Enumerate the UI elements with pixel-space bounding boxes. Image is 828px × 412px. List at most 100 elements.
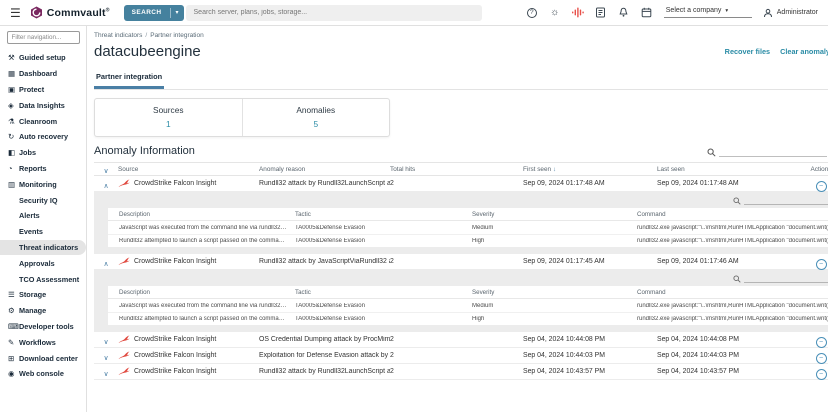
detail-row: Rundll32 attempted to launch a script pa…	[108, 312, 828, 325]
sidebar-item-developer-tools[interactable]: ⌨ Developer tools	[0, 319, 86, 335]
sidebar-item-approvals[interactable]: Approvals	[0, 255, 86, 271]
table-row[interactable]: ∨ CrowdStrike Falcon Insight OS Credenti…	[94, 332, 828, 348]
user-name: Administrator	[776, 9, 818, 16]
collapse-row-icon[interactable]: ∧	[103, 261, 108, 268]
search-icon	[707, 148, 716, 157]
sidebar-item-web-console[interactable]: ◉ Web console	[0, 366, 86, 382]
detail-search[interactable]	[108, 195, 828, 208]
table-header: ∨ Source Anomaly reason Total hits First…	[94, 162, 828, 176]
clear-anomaly-row-icon[interactable]: −	[815, 180, 827, 192]
sidebar-item-guided-setup[interactable]: ⚒ Guided setup	[0, 50, 86, 66]
calendar-icon[interactable]	[641, 7, 653, 19]
sidebar-item-manage[interactable]: ⚙ Manage	[0, 303, 86, 319]
detail-search-input[interactable]	[744, 275, 828, 283]
sidebar-item-storage[interactable]: ☰ Storage	[0, 287, 86, 303]
table-row[interactable]: ∨ CrowdStrike Falcon Insight Rundll32 at…	[94, 364, 828, 380]
col-first-seen[interactable]: First seen ↓	[523, 166, 657, 173]
page-title: datacubeengine	[94, 43, 201, 60]
sources-count[interactable]: 1	[95, 119, 242, 129]
sidebar-item-alerts[interactable]: Alerts	[0, 208, 86, 224]
table-row[interactable]: ∨ CrowdStrike Falcon Insight Exploitatio…	[94, 348, 828, 364]
col-total-hits[interactable]: Total hits	[390, 166, 523, 173]
detail-row: JavaScript was executed from the command…	[119, 224, 828, 231]
manage-icon: ⚙	[8, 306, 15, 316]
search-icon	[733, 197, 741, 205]
notifications-bell-icon[interactable]	[618, 7, 630, 19]
col-source[interactable]: Source	[118, 166, 259, 173]
monitoring-icon: ▥	[8, 179, 16, 189]
tab-bar: Partner integration	[94, 66, 828, 90]
sidebar-item-events[interactable]: Events	[0, 224, 86, 240]
clear-anomaly-row-icon[interactable]: −	[815, 258, 827, 270]
sidebar-item-monitoring[interactable]: ▥ Monitoring	[0, 176, 86, 192]
clear-anomaly-row-icon[interactable]: −	[815, 368, 827, 380]
sidebar: ⚒Guided setup ▦Dashboard ▣Protect ◈Data …	[0, 26, 87, 412]
detail-table: Description Tactic Severity Command Java…	[108, 286, 828, 325]
clear-anomaly-button[interactable]: Clear anomaly	[780, 47, 828, 56]
expand-row-icon[interactable]: ∨	[103, 339, 108, 346]
reports-shortcut-icon[interactable]	[595, 7, 607, 19]
table-search[interactable]	[707, 148, 827, 157]
sidebar-item-dashboard[interactable]: ▦ Dashboard	[0, 66, 86, 82]
detail-search-input[interactable]	[744, 197, 828, 205]
detail-search[interactable]	[108, 273, 828, 286]
table-row[interactable]: ∧ CrowdStrike Falcon Insight Rundll32 at…	[94, 176, 828, 192]
download-center-icon: ⊞	[8, 353, 15, 363]
sidebar-item-security-iq[interactable]: Security IQ	[0, 192, 86, 208]
brand-name: Commvault®	[46, 6, 110, 19]
crowdstrike-falcon-icon	[118, 367, 130, 375]
breadcrumb-separator: /	[145, 32, 148, 39]
cleanroom-icon: ⚗	[8, 116, 15, 126]
web-console-icon: ◉	[8, 369, 15, 379]
sidebar-item-jobs[interactable]: ◧ Jobs	[0, 145, 86, 161]
crowdstrike-falcon-icon	[118, 257, 130, 265]
company-selector[interactable]: Select a company ▾	[663, 7, 752, 18]
sources-label: Sources	[153, 105, 184, 115]
protect-icon: ▣	[8, 84, 16, 94]
table-row[interactable]: ∧ CrowdStrike Falcon Insight Rundll32 at…	[94, 254, 828, 270]
search-caret-icon[interactable]: ▾	[171, 9, 184, 16]
collapse-row-icon[interactable]: ∧	[103, 183, 108, 190]
sidebar-item-reports[interactable]: ◔ Reports	[0, 161, 86, 177]
hamburger-menu-icon[interactable]: ☰	[10, 6, 21, 20]
sidebar-item-threat-indicators[interactable]: Threat indicators	[0, 239, 86, 256]
sidebar-item-protect[interactable]: ▣ Protect	[0, 82, 86, 98]
detail-table: Description Tactic Severity Command Java…	[108, 208, 828, 247]
auto-recovery-icon: ↻	[8, 132, 15, 142]
sidebar-item-workflows[interactable]: ✎ Workflows	[0, 334, 86, 350]
recover-files-button[interactable]: Recover files	[725, 47, 770, 56]
data-insights-icon: ◈	[8, 100, 14, 110]
global-search-input[interactable]	[185, 4, 482, 21]
summary-card: Sources 1 Anomalies 5	[94, 98, 390, 137]
help-icon[interactable]: ?	[526, 7, 538, 19]
filter-navigation-input[interactable]	[6, 31, 80, 44]
anomalies-label: Anomalies	[296, 105, 336, 115]
sidebar-item-tco-assessment[interactable]: TCO Assessment	[0, 271, 86, 287]
sidebar-item-data-insights[interactable]: ◈ Data Insights	[0, 97, 86, 113]
tab-partner-integration[interactable]: Partner integration	[94, 69, 165, 89]
col-last-seen[interactable]: Last seen	[657, 166, 790, 173]
user-menu[interactable]: Administrator	[763, 8, 818, 18]
topbar: ☰ Commvault® SEARCH ▾ ? ☼ Select a com	[0, 0, 828, 26]
sidebar-item-cleanroom[interactable]: ⚗ Cleanroom	[0, 113, 86, 129]
sidebar-item-download-center[interactable]: ⊞ Download center	[0, 350, 86, 366]
anomalies-count[interactable]: 5	[243, 119, 390, 129]
theme-icon[interactable]: ☼	[549, 7, 561, 19]
commvault-logo-icon	[30, 6, 42, 19]
jobs-icon: ◧	[8, 148, 16, 158]
table-search-input[interactable]	[719, 148, 827, 157]
breadcrumb-partner-integration: Partner integration	[150, 32, 204, 39]
expand-row-icon[interactable]: ∨	[103, 355, 108, 362]
main-content: Threat indicators / Partner integration da…	[87, 26, 828, 412]
breadcrumb-threat-indicators[interactable]: Threat indicators	[94, 32, 142, 39]
sidebar-item-auto-recovery[interactable]: ↻ Auto recovery	[0, 129, 86, 145]
crowdstrike-falcon-icon	[118, 351, 130, 359]
whats-new-icon[interactable]	[571, 7, 584, 19]
global-search-button[interactable]: SEARCH ▾	[123, 4, 184, 21]
anomaly-information-title: Anomaly Information	[94, 145, 195, 157]
col-anomaly-reason[interactable]: Anomaly reason	[259, 166, 390, 173]
sidebar-nav: ⚒ Guided setup ▦ Dashboard ▣ Protect ◈ Data …	[0, 50, 86, 382]
anomaly-table: ∨ Source Anomaly reason Total hits First…	[94, 162, 828, 380]
user-icon	[763, 8, 772, 17]
expand-row-icon[interactable]: ∨	[103, 371, 108, 378]
